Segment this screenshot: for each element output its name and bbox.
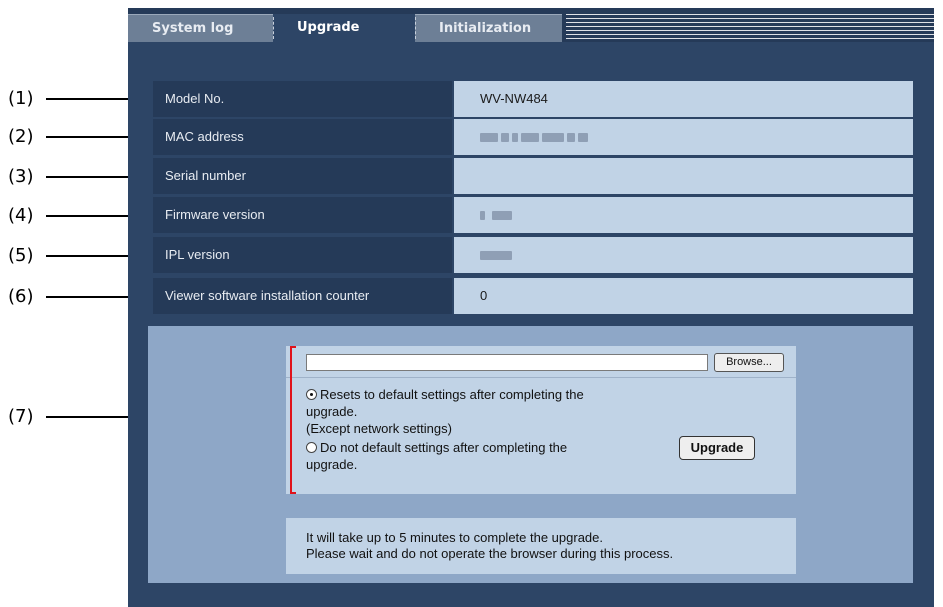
viewer-counter-label: Viewer software installation counter — [153, 278, 452, 314]
callout-1: (1) — [8, 88, 34, 109]
option-reset-label-1: Resets to default settings after complet… — [320, 387, 584, 402]
viewer-counter-value: 0 — [454, 278, 913, 314]
radio-no-reset-icon[interactable] — [306, 442, 317, 453]
tab-separator — [273, 17, 274, 39]
tab-upgrade[interactable]: Upgrade — [273, 14, 415, 42]
tab-initialization[interactable]: Initialization — [415, 14, 562, 42]
redacted-value — [492, 211, 512, 221]
tab-strip-decoration — [566, 14, 934, 42]
upgrade-note: It will take up to 5 minutes to complete… — [286, 518, 796, 574]
option-reset[interactable]: Resets to default settings after complet… — [306, 386, 666, 403]
redacted-value — [567, 133, 575, 143]
redacted-value — [521, 133, 539, 143]
row-ipl-version: IPL version — [153, 237, 913, 273]
row-serial-number: Serial number — [153, 158, 913, 194]
option-no-reset-label-2: upgrade. — [306, 457, 358, 472]
serial-number-label: Serial number — [153, 158, 452, 194]
ipl-version-value — [454, 237, 913, 273]
tab-system-log[interactable]: System log — [128, 14, 273, 42]
tab-separator — [415, 17, 416, 39]
redacted-value — [542, 133, 564, 143]
model-no-label: Model No. — [153, 81, 452, 117]
file-select-row: Browse... — [286, 346, 796, 378]
redacted-value — [578, 133, 588, 143]
note-line-2: Please wait and do not operate the brows… — [306, 546, 674, 561]
callout-4: (4) — [8, 205, 34, 226]
callout-6: (6) — [8, 286, 34, 307]
callout-7-bracket — [290, 346, 296, 494]
option-no-reset[interactable]: Do not default settings after completing… — [306, 439, 666, 456]
model-no-value: WV-NW484 — [454, 81, 913, 117]
browse-button[interactable]: Browse... — [714, 353, 784, 372]
mac-address-label: MAC address — [153, 119, 452, 155]
firmware-version-label: Firmware version — [153, 197, 452, 233]
redacted-value — [480, 251, 512, 261]
callout-2: (2) — [8, 126, 34, 147]
option-reset-label-2: upgrade. — [306, 404, 358, 419]
redacted-value — [480, 133, 498, 143]
option-reset-label-3: (Except network settings) — [306, 421, 452, 436]
note-line-1: It will take up to 5 minutes to complete… — [306, 530, 604, 545]
upgrade-button[interactable]: Upgrade — [679, 436, 755, 460]
upgrade-section: Browse... Resets to default settings aft… — [148, 326, 913, 583]
firmware-version-value — [454, 197, 913, 233]
ipl-version-label: IPL version — [153, 237, 452, 273]
row-mac-address: MAC address — [153, 119, 913, 155]
row-firmware-version: Firmware version — [153, 197, 913, 233]
callout-3: (3) — [8, 166, 34, 187]
row-model-no: Model No. WV-NW484 — [153, 81, 913, 117]
option-no-reset-label-1: Do not default settings after completing… — [320, 440, 568, 455]
redacted-value — [501, 133, 509, 143]
mac-address-value — [454, 119, 913, 155]
upgrade-options: Resets to default settings after complet… — [306, 386, 666, 473]
upgrade-form: Browse... Resets to default settings aft… — [286, 346, 796, 494]
serial-number-value — [454, 158, 913, 194]
firmware-file-input[interactable] — [306, 354, 708, 371]
row-viewer-counter: Viewer software installation counter 0 — [153, 278, 913, 314]
redacted-value — [512, 133, 518, 143]
settings-panel: System log Upgrade Initialization Model … — [128, 8, 934, 607]
redacted-value — [480, 211, 485, 221]
tab-strip: System log Upgrade Initialization — [128, 8, 934, 42]
callout-5: (5) — [8, 245, 34, 266]
radio-reset-icon[interactable] — [306, 389, 317, 400]
callout-7: (7) — [8, 406, 34, 427]
